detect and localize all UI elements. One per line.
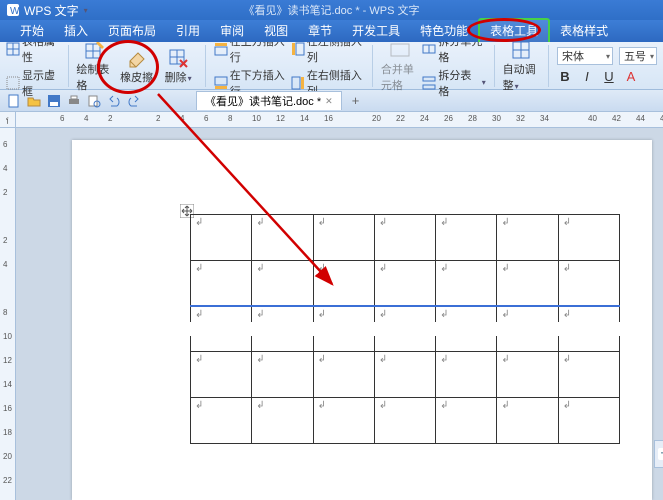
font-size-select[interactable]: 五号 (619, 47, 657, 65)
separator (548, 45, 549, 87)
split-cell-icon (422, 42, 436, 56)
new-tab-button[interactable]: + (352, 93, 360, 108)
font-name-select[interactable]: 宋体 (557, 47, 613, 65)
app-name: WPS 文字 (24, 2, 79, 19)
window-title: 《看见》读书笔记.doc * - WPS 文字 (0, 2, 663, 18)
tab-start[interactable]: 开始 (10, 20, 54, 42)
italic-button[interactable]: I (579, 69, 595, 84)
document-page[interactable]: ↲↲↲↲↲↲↲ ↲↲↲↲↲↲↲ ↲↲↲↲↲↲↲ ↲↲↲↲↲↲↲ ↲↲↲↲↲↲↲ … (72, 140, 652, 500)
undo-icon[interactable] (106, 93, 122, 109)
draw-table-button[interactable]: 绘制表格 (76, 44, 113, 88)
tab-review[interactable]: 审阅 (210, 20, 254, 42)
font-color-button[interactable]: A (623, 69, 639, 84)
table-cell[interactable]: ↲ (191, 215, 252, 261)
split-table-button[interactable]: 拆分表格▾ (422, 67, 485, 99)
menu-bar: 开始 插入 页面布局 引用 审阅 视图 章节 开发工具 特色功能 表格工具 表格… (0, 20, 663, 42)
ribbon-toolbar: 表格属性 显示虚框 绘制表格 橡皮擦 删除▾ 在上方插入行 在下方插入行 在左侧… (0, 42, 663, 90)
add-column-handle[interactable]: + (654, 440, 663, 468)
app-menu-caret[interactable]: ▾ (84, 6, 88, 15)
ruler-corner[interactable]: ⳕ (0, 112, 16, 128)
merge-icon (389, 39, 411, 61)
quick-access-toolbar: 《看见》读书笔记.doc * ✕ + (0, 90, 663, 112)
close-tab-icon[interactable]: ✕ (325, 96, 333, 107)
tab-special[interactable]: 特色功能 (410, 20, 478, 42)
save-icon[interactable] (46, 93, 62, 109)
merge-cells-button[interactable]: 合并单元格 (381, 44, 418, 88)
eraser-icon (126, 47, 148, 69)
separator (68, 45, 69, 87)
bold-button[interactable]: B (557, 69, 573, 84)
eraser-button[interactable]: 橡皮擦 (118, 44, 155, 88)
table-properties-icon (6, 42, 20, 56)
redo-icon[interactable] (126, 93, 142, 109)
autofit-button[interactable]: 自动调整▾ (503, 44, 540, 88)
separator (372, 45, 373, 87)
title-bar: W WPS 文字 ▾ 《看见》读书笔记.doc * - WPS 文字 (0, 0, 663, 20)
open-icon[interactable] (26, 93, 42, 109)
tab-page-layout[interactable]: 页面布局 (98, 20, 166, 42)
tab-section[interactable]: 章节 (298, 20, 342, 42)
separator (494, 45, 495, 87)
vertical-ruler[interactable]: 64224810121416182022 (0, 128, 16, 500)
tab-table-style[interactable]: 表格样式 (550, 20, 618, 42)
tab-insert[interactable]: 插入 (54, 20, 98, 42)
tab-references[interactable]: 引用 (166, 20, 210, 42)
row-above-icon (214, 42, 228, 56)
workspace: ⳕ 64224681012141620222426283032344042444… (0, 112, 663, 500)
split-table-icon (422, 76, 436, 90)
underline-button[interactable]: U (601, 69, 617, 84)
gridlines-icon (6, 76, 20, 90)
app-brand[interactable]: W WPS 文字 ▾ (6, 2, 88, 19)
tab-view[interactable]: 视图 (254, 20, 298, 42)
print-preview-icon[interactable] (86, 93, 102, 109)
col-right-icon (291, 76, 305, 90)
separator (205, 45, 206, 87)
new-icon[interactable] (6, 93, 22, 109)
svg-text:W: W (10, 6, 20, 17)
table-split-gap (190, 322, 620, 336)
delete-button[interactable]: 删除▾ (159, 44, 196, 88)
document-tab-label: 《看见》读书笔记.doc * (205, 93, 321, 109)
delete-table-icon (167, 47, 189, 69)
tab-table-tools[interactable]: 表格工具 (478, 18, 550, 42)
col-left-icon (291, 42, 305, 56)
row-below-icon (214, 76, 228, 90)
document-tab[interactable]: 《看见》读书笔记.doc * ✕ (196, 91, 342, 110)
horizontal-ruler[interactable]: ⳕ 64224681012141620222426283032344042444… (0, 112, 663, 128)
print-icon[interactable] (66, 93, 82, 109)
